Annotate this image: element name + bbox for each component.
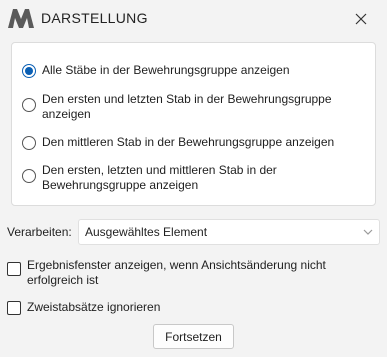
option-first-last-middle-bar[interactable]: Den ersten, letzten und mittleren Stab i… (22, 163, 362, 193)
option-label: Den ersten und letzten Stab in der Beweh… (42, 92, 332, 121)
ignore-two-way-checkbox[interactable] (7, 301, 21, 315)
continue-button[interactable]: Fortsetzen (153, 324, 234, 349)
close-icon (355, 13, 367, 25)
window-title: DARSTELLUNG (41, 10, 148, 26)
radio-button-selected[interactable] (22, 64, 36, 78)
brand-logo-icon (8, 9, 34, 28)
title-bar: DARSTELLUNG (0, 0, 387, 38)
result-window-label: Ergebnisfenster anzeigen, wenn Ansichtsä… (27, 258, 326, 287)
option-all-bars[interactable]: Alle Stäbe in der Bewehrungsgruppe anzei… (22, 63, 362, 78)
processing-select[interactable]: Ausgewähltes Element (78, 219, 380, 245)
display-options-group: Alle Stäbe in der Bewehrungsgruppe anzei… (11, 42, 376, 206)
radio-button[interactable] (22, 136, 36, 150)
close-button[interactable] (350, 8, 372, 30)
processing-select-value: Ausgewähltes Element (85, 225, 208, 239)
option-label: Den ersten, letzten und mittleren Stab i… (42, 163, 277, 192)
processing-label: Verarbeiten: (7, 225, 72, 239)
option-label: Den mittleren Stab in der Bewehrungsgrup… (42, 135, 335, 149)
chevron-down-icon (363, 229, 373, 235)
radio-button[interactable] (22, 98, 36, 112)
option-first-last-bar[interactable]: Den ersten und letzten Stab in der Beweh… (22, 92, 362, 122)
result-window-checkbox[interactable] (7, 262, 21, 276)
option-middle-bar[interactable]: Den mittleren Stab in der Bewehrungsgrup… (22, 135, 362, 150)
ignore-two-way-label: Zweistabsätze ignorieren (27, 300, 161, 314)
option-label: Alle Stäbe in der Bewehrungsgruppe anzei… (42, 63, 290, 77)
radio-button[interactable] (22, 169, 36, 183)
ignore-two-way-option[interactable]: Zweistabsätze ignorieren (7, 300, 160, 315)
result-window-option[interactable]: Ergebnisfenster anzeigen, wenn Ansichtsä… (7, 258, 382, 288)
